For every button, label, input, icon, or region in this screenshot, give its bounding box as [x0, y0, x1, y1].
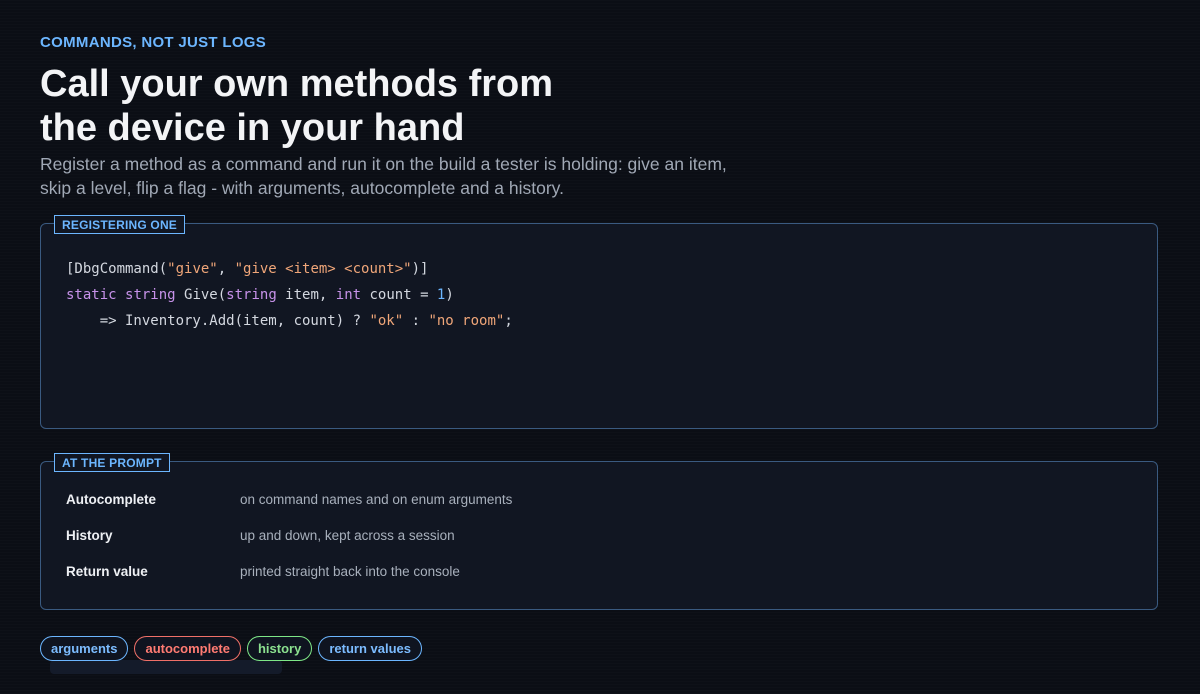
code-token: )] — [411, 261, 429, 277]
tag-list: arguments autocomplete history return value… — [40, 636, 428, 662]
code-token: ) — [445, 287, 454, 303]
code-token: string — [125, 287, 176, 303]
feature-value: on command names and on enum arguments — [240, 492, 513, 507]
tag-return-values[interactable]: return values — [318, 636, 422, 661]
tag-autocomplete[interactable]: autocomplete — [134, 636, 241, 661]
prompt-panel-label: AT THE PROMPT — [54, 453, 170, 472]
code-token: , — [217, 261, 235, 277]
code-line-1: [DbgCommand("give", "give <item> <count>… — [66, 256, 513, 282]
tag-arguments[interactable]: arguments — [40, 636, 129, 661]
code-token: string — [226, 287, 277, 303]
code-token: count = — [361, 287, 437, 303]
code-token: "give" — [167, 261, 218, 277]
feature-value: printed straight back into the console — [240, 564, 460, 579]
feature-value: up and down, kept across a session — [240, 528, 455, 543]
code-token: => Inventory.Add(item, count) ? — [66, 313, 370, 329]
code-token: "no room" — [428, 313, 505, 329]
section-eyebrow: COMMANDS, NOT JUST LOGS — [40, 34, 267, 51]
page-title-line-2: the device in your hand — [40, 107, 465, 149]
code-token: : — [403, 313, 429, 329]
code-token: item, — [276, 287, 336, 303]
feature-key: History — [66, 528, 113, 543]
code-token: [DbgCommand( — [66, 261, 168, 277]
code-token: "ok" — [369, 313, 404, 329]
code-token: Give( — [175, 287, 227, 303]
code-panel: REGISTERING ONE [DbgCommand("give", "giv… — [40, 215, 1158, 429]
page-title-line-1: Call your own methods from — [40, 63, 554, 105]
prompt-panel: AT THE PROMPT Autocomplete on command na… — [40, 453, 1158, 610]
page-title: Call your own methods from the device in… — [40, 62, 553, 150]
tag-shadow — [50, 660, 282, 674]
tag-history[interactable]: history — [246, 636, 313, 661]
page-subtitle: Register a method as a command and run i… — [40, 154, 727, 198]
code-line-3: => Inventory.Add(item, count) ? "ok" : "… — [66, 308, 513, 334]
code-block: [DbgCommand("give", "give <item> <count>… — [66, 256, 513, 334]
code-line-2: static string Give(string item, int coun… — [66, 282, 513, 308]
feature-key: Autocomplete — [66, 492, 157, 507]
code-panel-label: REGISTERING ONE — [54, 215, 186, 234]
code-token: int — [335, 287, 362, 303]
code-token: "give <item> <count>" — [234, 261, 412, 277]
feature-key: Return value — [66, 564, 148, 579]
code-token: static — [66, 287, 117, 303]
code-token: ; — [504, 313, 513, 329]
